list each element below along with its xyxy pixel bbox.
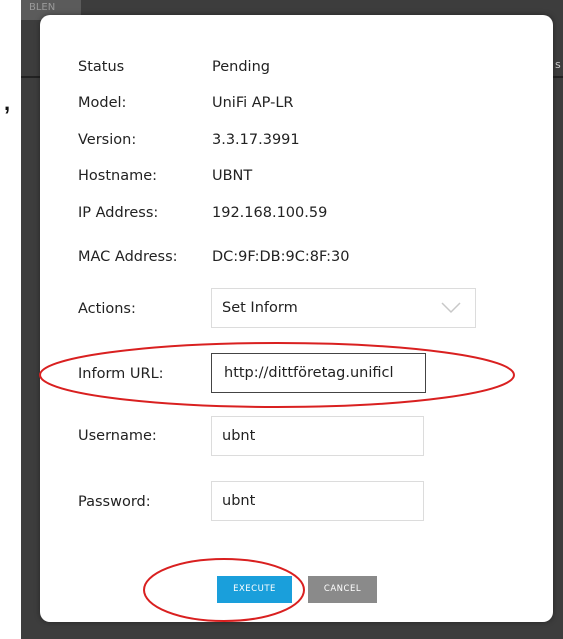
hostname-value: UBNT <box>212 168 253 184</box>
ip-address-label: IP Address: <box>78 205 159 221</box>
inform-url-label: Inform URL: <box>78 366 164 382</box>
ip-address-row: IP Address: 192.168.100.59 <box>40 201 553 225</box>
model-value: UniFi AP-LR <box>212 95 294 111</box>
background-text: s <box>555 58 561 71</box>
actions-label: Actions: <box>78 301 136 317</box>
mac-address-label: MAC Address: <box>78 249 178 265</box>
status-value: Pending <box>212 59 270 75</box>
model-label: Model: <box>78 95 127 111</box>
inform-url-input[interactable]: http://dittföretag.unificl <box>211 353 426 393</box>
mac-address-row: MAC Address: DC:9F:DB:9C:8F:30 <box>40 245 553 269</box>
username-label: Username: <box>78 428 157 444</box>
hostname-label: Hostname: <box>78 168 158 184</box>
password-label: Password: <box>78 494 151 510</box>
background-divider <box>21 76 40 78</box>
password-input[interactable]: ubnt <box>211 481 424 521</box>
hostname-row: Hostname: UBNT <box>40 164 553 188</box>
device-dialog: Status Pending Model: UniFi AP-LR Versio… <box>40 15 553 622</box>
cancel-button[interactable]: CANCEL <box>308 576 377 603</box>
mac-address-value: DC:9F:DB:9C:8F:30 <box>212 249 350 265</box>
model-row: Model: UniFi AP-LR <box>40 91 553 115</box>
version-row: Version: 3.3.17.3991 <box>40 128 553 152</box>
actions-selected-value: Set Inform <box>222 300 298 316</box>
status-label: Status <box>78 59 125 75</box>
execute-button[interactable]: EXECUTE <box>217 576 292 603</box>
ip-address-value: 192.168.100.59 <box>212 205 328 221</box>
version-label: Version: <box>78 132 137 148</box>
background-divider-right <box>553 76 563 78</box>
status-row: Status Pending <box>40 55 553 79</box>
username-input[interactable]: ubnt <box>211 416 424 456</box>
version-value: 3.3.17.3991 <box>212 132 300 148</box>
chevron-down-icon <box>441 302 461 314</box>
actions-select[interactable]: Set Inform <box>211 288 476 328</box>
background-comma: , <box>4 90 11 115</box>
